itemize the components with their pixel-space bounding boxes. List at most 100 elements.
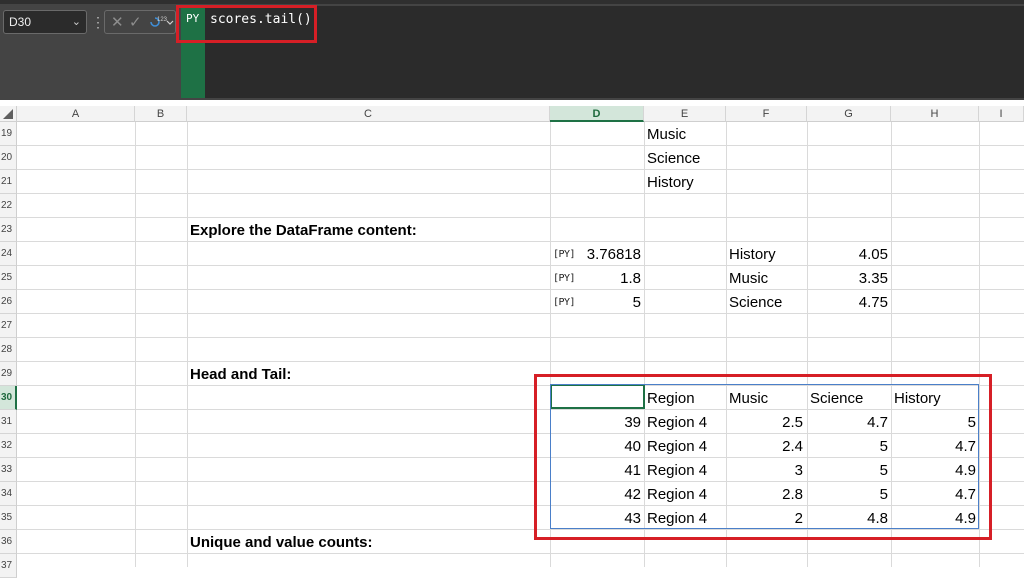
python-object-icon[interactable]: [PY] <box>553 290 576 316</box>
cell-g25[interactable]: 3.35 <box>808 266 888 290</box>
cell-e21[interactable]: History <box>647 170 725 194</box>
row-header[interactable]: 29 <box>0 362 17 386</box>
row-header[interactable]: 34 <box>0 482 17 506</box>
cell-d26[interactable]: [PY] 5 <box>551 290 641 314</box>
table-cell-history[interactable]: 4.7 <box>892 482 976 506</box>
table-cell-history[interactable]: 4.9 <box>892 506 976 530</box>
column-header-a[interactable]: A <box>17 106 135 122</box>
cell-e20[interactable]: Science <box>647 146 725 170</box>
cancel-icon[interactable]: ✕ <box>111 13 124 31</box>
table-header-history[interactable]: History <box>894 386 978 410</box>
grid-line <box>17 193 1024 194</box>
row-header[interactable]: 26 <box>0 290 17 314</box>
row-header[interactable]: 20 <box>0 146 17 170</box>
section-heading-unique[interactable]: Unique and value counts: <box>190 530 548 554</box>
table-cell-music[interactable]: 2.8 <box>727 482 803 506</box>
active-cell-d30[interactable] <box>550 384 645 409</box>
section-heading-explore[interactable]: Explore the DataFrame content: <box>190 218 548 242</box>
column-header-g[interactable]: G <box>807 106 891 122</box>
cell-g24[interactable]: 4.05 <box>808 242 888 266</box>
formula-bar-area: D30 ⌄ ⋮ ✕ ✓ 123 PY scores.tail() <box>0 0 1024 100</box>
python-tag: PY <box>186 12 200 25</box>
row-header[interactable]: 37 <box>0 554 17 578</box>
table-cell-region[interactable]: Region 4 <box>647 506 725 530</box>
cell-e19[interactable]: Music <box>647 122 725 146</box>
grid-line <box>17 337 1024 338</box>
cell-g26[interactable]: 4.75 <box>808 290 888 314</box>
row-header[interactable]: 32 <box>0 434 17 458</box>
table-cell-index[interactable]: 39 <box>551 410 641 434</box>
table-cell-region[interactable]: Region 4 <box>647 410 725 434</box>
grid-line <box>644 122 645 567</box>
python-output-type-icon[interactable]: 123 <box>148 13 174 31</box>
row-header[interactable]: 25 <box>0 266 17 290</box>
cell-f25[interactable]: Music <box>729 266 805 290</box>
name-box[interactable]: D30 ⌄ <box>3 10 87 34</box>
enter-icon[interactable]: ✓ <box>129 13 142 31</box>
table-header-science[interactable]: Science <box>810 386 890 410</box>
grid-line <box>17 169 1024 170</box>
table-cell-music[interactable]: 2.5 <box>727 410 803 434</box>
grid-line <box>979 122 980 567</box>
row-header[interactable]: 19 <box>0 122 17 146</box>
cell-d25[interactable]: [PY] 1.8 <box>551 266 641 290</box>
table-cell-index[interactable]: 40 <box>551 434 641 458</box>
row-header-selected[interactable]: 30 <box>0 386 17 410</box>
cell-d25-value: 1.8 <box>620 270 641 287</box>
row-header[interactable]: 28 <box>0 338 17 362</box>
table-cell-region[interactable]: Region 4 <box>647 458 725 482</box>
table-cell-science[interactable]: 4.8 <box>808 506 888 530</box>
cell-f26[interactable]: Science <box>729 290 805 314</box>
table-cell-region[interactable]: Region 4 <box>647 434 725 458</box>
cell-d26-value: 5 <box>632 294 641 311</box>
select-all-triangle-icon <box>3 109 13 119</box>
table-cell-history[interactable]: 4.9 <box>892 458 976 482</box>
row-header[interactable]: 24 <box>0 242 17 266</box>
column-header-h[interactable]: H <box>891 106 979 122</box>
table-cell-music[interactable]: 2.4 <box>727 434 803 458</box>
table-cell-science[interactable]: 4.7 <box>808 410 888 434</box>
table-cell-history[interactable]: 5 <box>892 410 976 434</box>
table-cell-history[interactable]: 4.7 <box>892 434 976 458</box>
column-header-e[interactable]: E <box>644 106 726 122</box>
column-header-c[interactable]: C <box>187 106 550 122</box>
more-options-icon[interactable]: ⋮ <box>91 12 105 32</box>
grid-line <box>135 122 136 567</box>
table-cell-music[interactable]: 2 <box>727 506 803 530</box>
formula-text[interactable]: scores.tail() <box>210 12 312 27</box>
table-cell-index[interactable]: 43 <box>551 506 641 530</box>
row-header[interactable]: 33 <box>0 458 17 482</box>
row-header[interactable]: 36 <box>0 530 17 554</box>
formula-controls: ✕ ✓ 123 <box>104 10 176 34</box>
table-cell-science[interactable]: 5 <box>808 458 888 482</box>
cell-d24[interactable]: [PY] 3.76818 <box>551 242 641 266</box>
column-header-b[interactable]: B <box>135 106 187 122</box>
select-all-button[interactable] <box>0 106 17 122</box>
table-header-music[interactable]: Music <box>729 386 805 410</box>
column-header-i[interactable]: I <box>979 106 1024 122</box>
row-header[interactable]: 35 <box>0 506 17 530</box>
row-header[interactable]: 27 <box>0 314 17 338</box>
table-cell-science[interactable]: 5 <box>808 434 888 458</box>
table-cell-index[interactable]: 42 <box>551 482 641 506</box>
row-header[interactable]: 22 <box>0 194 17 218</box>
ribbon-edge <box>0 0 1024 4</box>
table-cell-science[interactable]: 5 <box>808 482 888 506</box>
table-cell-index[interactable]: 41 <box>551 458 641 482</box>
cell-f24[interactable]: History <box>729 242 805 266</box>
row-header[interactable]: 21 <box>0 170 17 194</box>
grid-line <box>187 122 188 567</box>
table-header-region[interactable]: Region <box>647 386 725 410</box>
column-header-d[interactable]: D <box>550 106 644 122</box>
table-cell-music[interactable]: 3 <box>727 458 803 482</box>
python-object-icon[interactable]: [PY] <box>553 266 576 292</box>
column-header-f[interactable]: F <box>726 106 807 122</box>
chevron-down-icon[interactable]: ⌄ <box>72 11 81 33</box>
python-object-icon[interactable]: [PY] <box>553 242 576 268</box>
section-heading-head-tail[interactable]: Head and Tail: <box>190 362 548 386</box>
row-header[interactable]: 23 <box>0 218 17 242</box>
cell-d24-value: 3.76818 <box>586 246 641 263</box>
row-header[interactable]: 31 <box>0 410 17 434</box>
table-cell-region[interactable]: Region 4 <box>647 482 725 506</box>
grid-line <box>17 145 1024 146</box>
